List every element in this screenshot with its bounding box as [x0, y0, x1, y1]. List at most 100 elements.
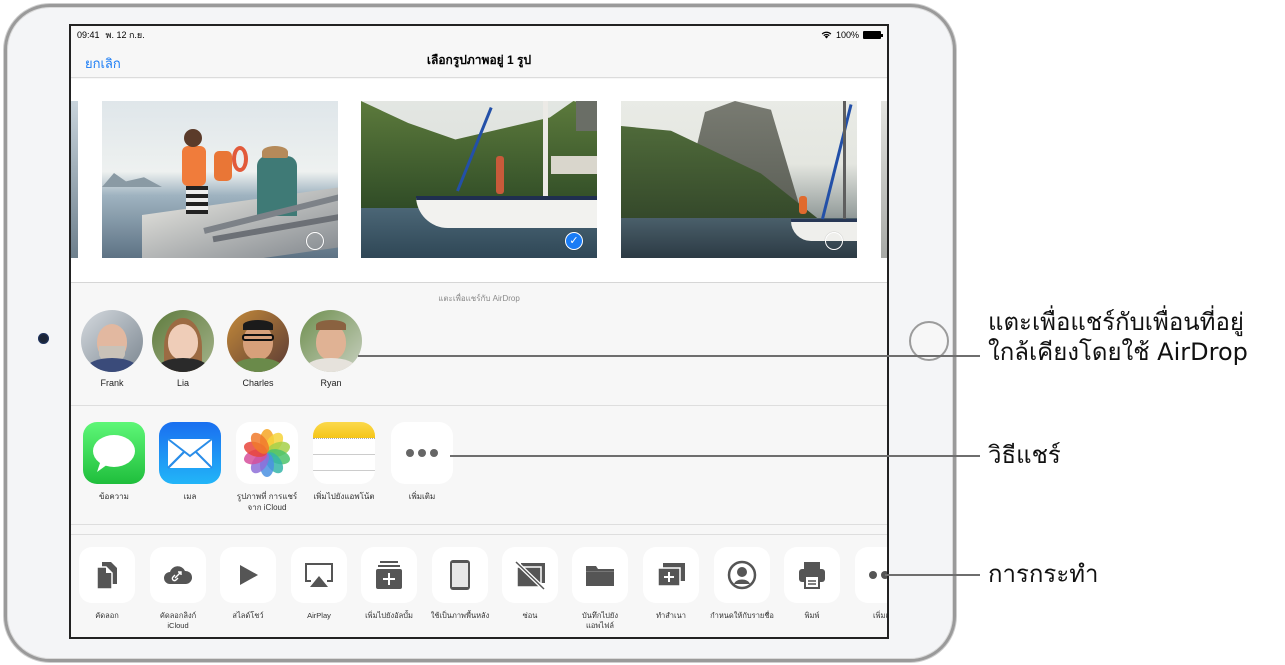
action-label: ทำสำเนา — [656, 611, 686, 620]
icloud-link-icon — [150, 547, 206, 603]
wifi-icon — [821, 31, 832, 39]
airdrop-hint: แตะเพื่อแชร์กับ AirDrop — [438, 294, 520, 303]
battery-icon — [863, 31, 883, 39]
action-add-to-album[interactable]: เพิ่มไปยังอัลบั้ม — [354, 547, 424, 621]
photo-family-on-boat[interactable] — [102, 101, 338, 258]
person-name: Lia — [176, 378, 189, 388]
airdrop-section: แตะเพื่อแชร์กับ AirDrop Frank Lia Charle… — [71, 284, 887, 406]
ipad-screen: 09:41 พ. 12 ก.ย. 100% ยกเลิก เลือกรูปภาพ… — [69, 24, 889, 639]
callout-airdrop-line1: แตะเพื่อแชร์กับเพื่อนที่อยู่ — [988, 308, 1244, 336]
action-label: พิมพ์ — [804, 611, 820, 620]
action-hide[interactable]: ซ่อน — [495, 547, 565, 621]
label-line-1: รูปภาพที่ การแชร์ — [236, 492, 298, 501]
notes-icon — [313, 422, 375, 484]
photo-sailboat-near-hill[interactable]: ✓ — [361, 101, 597, 258]
front-camera — [38, 333, 49, 344]
action-copy-icloud-link[interactable]: คัดลอกลิงก์ iCloud — [143, 547, 213, 631]
action-label: บันทึกไปยัง แอพไฟล์ — [565, 611, 635, 631]
photo-select-circle[interactable] — [306, 232, 324, 250]
more-actions-icon — [855, 547, 887, 603]
avatar-frank[interactable] — [81, 310, 143, 372]
nav-bar: ยกเลิก เลือกรูปภาพอยู่ 1 รูป — [71, 44, 887, 78]
callout-line-share-methods — [450, 455, 980, 457]
share-app-messages[interactable]: ข้อความ — [76, 422, 152, 502]
slideshow-icon — [220, 547, 276, 603]
airplay-icon — [291, 547, 347, 603]
nav-title: เลือกรูปภาพอยู่ 1 รูป — [426, 53, 532, 67]
callout-airdrop-line2: ใกล้เคียงโดยใช้ AirDrop — [988, 338, 1248, 366]
airdrop-person[interactable]: Ryan — [299, 310, 363, 388]
action-airplay[interactable]: AirPlay — [284, 547, 354, 621]
person-name: Charles — [242, 378, 274, 388]
action-label: คัดลอก — [95, 611, 119, 620]
person-name: Ryan — [320, 378, 342, 388]
share-app-label: เพิ่มเติม — [408, 492, 436, 501]
airdrop-person[interactable]: Charles — [226, 310, 290, 388]
share-app-label: รูปภาพที่ การแชร์ จาก iCloud — [229, 491, 305, 513]
action-assign-to-contact[interactable]: กำหนดให้กับรายชื่อ — [707, 547, 777, 621]
person-name: Frank — [100, 378, 124, 388]
callout-line-airdrop — [358, 355, 980, 357]
add-to-album-icon — [361, 547, 417, 603]
action-label: ซ่อน — [522, 611, 538, 620]
print-icon — [784, 547, 840, 603]
share-app-label: ข้อความ — [99, 492, 129, 501]
photos-icon — [236, 422, 298, 484]
label-line-2: iCloud — [167, 621, 189, 630]
wallpaper-icon — [432, 547, 488, 603]
mail-icon — [159, 422, 221, 484]
action-label: AirPlay — [307, 611, 331, 620]
action-label: ใช้เป็นภาพพื้นหลัง — [430, 611, 490, 620]
photo-strip[interactable]: ✓ — [71, 79, 887, 283]
action-label: คัดลอกลิงก์ iCloud — [143, 611, 213, 631]
photo-select-circle[interactable] — [825, 232, 843, 250]
label-line-1: บันทึกไปยัง — [582, 611, 618, 620]
cancel-button[interactable]: ยกเลิก — [85, 53, 121, 74]
action-label: เพิ่มไปยังอัลบั้ม — [365, 611, 413, 620]
action-label: กำหนดให้กับรายชื่อ — [710, 611, 774, 620]
action-slideshow[interactable]: สไลด์โชว์ — [213, 547, 283, 621]
action-print[interactable]: พิมพ์ — [777, 547, 847, 621]
callout-line-actions — [885, 574, 980, 576]
more-icon — [391, 422, 453, 484]
share-app-label: เพิ่มไปยังแอพโน้ต — [313, 492, 375, 501]
share-apps-row: ข้อความ เมล รูปภาพที่ การแชร์ จาก iCloud — [71, 407, 887, 525]
share-app-label: เมล — [183, 492, 197, 501]
files-icon — [572, 547, 628, 603]
action-copy[interactable]: คัดลอก — [72, 547, 142, 621]
battery-percent: 100% — [835, 30, 859, 40]
share-app-notes[interactable]: เพิ่มไปยังแอพโน้ต — [306, 422, 382, 502]
actions-row: คัดลอก คัดลอกลิงก์ iCloud สไลด์โชว์ AirP… — [71, 536, 889, 637]
action-label: เพิ่มเติ — [873, 611, 889, 620]
avatar-ryan[interactable] — [300, 310, 362, 372]
label-line-1: คัดลอกลิงก์ — [159, 611, 197, 620]
photo-partial-right[interactable] — [881, 101, 887, 258]
share-app-more[interactable]: เพิ่มเติม — [384, 422, 460, 502]
share-app-icloud-photo-sharing[interactable]: รูปภาพที่ การแชร์ จาก iCloud — [229, 422, 305, 513]
avatar-lia[interactable] — [152, 310, 214, 372]
photo-sailboat-sugarloaf[interactable] — [621, 101, 857, 258]
photo-partial-left[interactable] — [71, 101, 78, 258]
section-divider — [71, 526, 887, 535]
action-label: สไลด์โชว์ — [232, 611, 264, 620]
action-duplicate[interactable]: ทำสำเนา — [636, 547, 706, 621]
callout-share-methods: วิธีแชร์ — [988, 441, 1061, 469]
duplicate-icon — [643, 547, 699, 603]
status-date: พ. 12 ก.ย. — [105, 30, 145, 40]
airdrop-person[interactable]: Frank — [80, 310, 144, 388]
action-more[interactable]: เพิ่มเติ — [848, 547, 889, 621]
callout-actions: การกระทำ — [988, 560, 1099, 588]
action-save-to-files[interactable]: บันทึกไปยัง แอพไฟล์ — [565, 547, 635, 631]
label-line-2: แอพไฟล์ — [586, 621, 614, 630]
airdrop-person[interactable]: Lia — [151, 310, 215, 388]
share-app-mail[interactable]: เมล — [152, 422, 228, 502]
action-use-as-wallpaper[interactable]: ใช้เป็นภาพพื้นหลัง — [425, 547, 495, 621]
assign-contact-icon — [714, 547, 770, 603]
avatar-charles[interactable] — [227, 310, 289, 372]
callout-airdrop: แตะเพื่อแชร์กับเพื่อนที่อยู่ ใกล้เคียงโด… — [988, 307, 1248, 367]
hide-icon — [502, 547, 558, 603]
photo-selected-checkmark[interactable]: ✓ — [565, 232, 583, 250]
copy-icon — [79, 547, 135, 603]
messages-icon — [83, 422, 145, 484]
status-time: 09:41 — [77, 30, 100, 40]
